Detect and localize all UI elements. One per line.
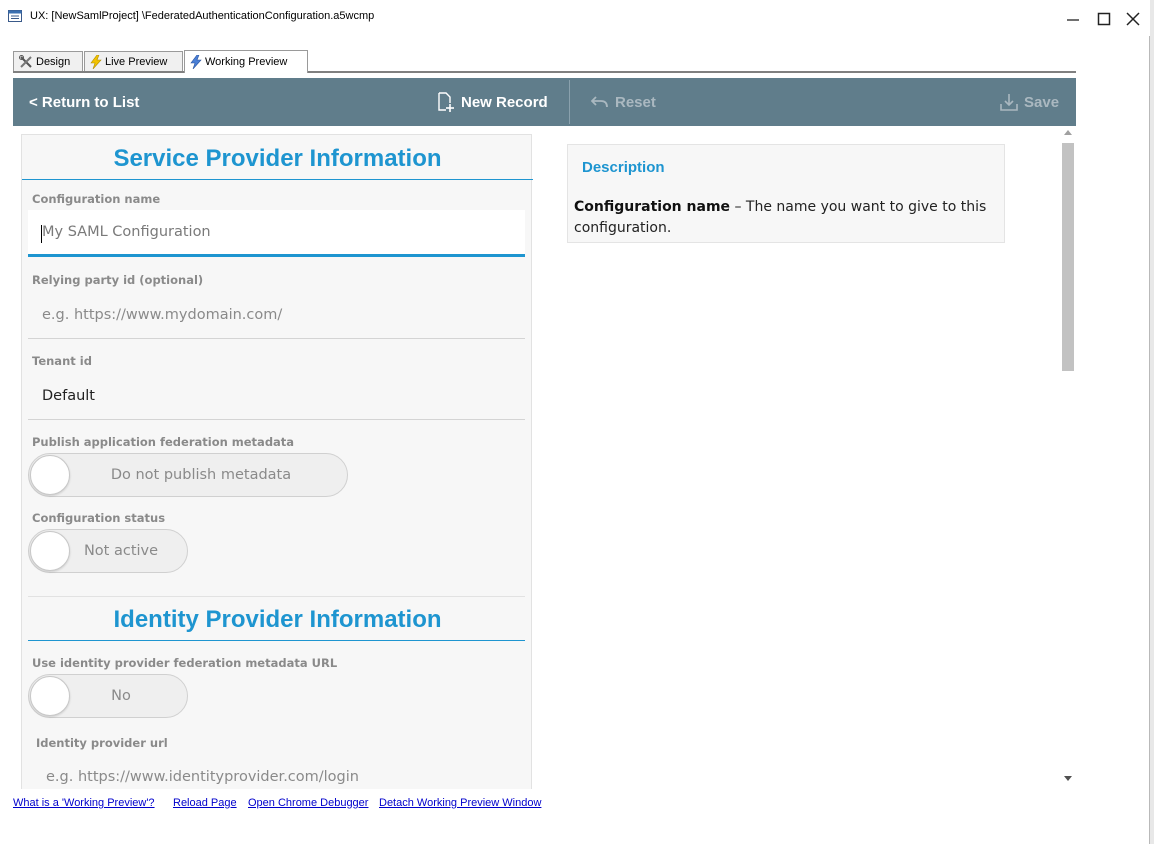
tab-working-preview[interactable]: Working Preview	[184, 50, 308, 73]
section-underline	[22, 179, 533, 180]
relying-party-field	[28, 292, 525, 339]
save-label: Save	[1024, 93, 1060, 111]
open-chrome-debugger-link[interactable]: Open Chrome Debugger	[248, 797, 368, 809]
description-panel: Description Configuration name – The nam…	[567, 144, 1005, 243]
maximize-icon[interactable]	[1093, 8, 1115, 30]
description-term: Configuration name	[574, 199, 731, 215]
reset-button[interactable]: Reset	[591, 78, 656, 126]
scroll-up-arrow-icon[interactable]	[1064, 130, 1072, 135]
download-icon	[1000, 94, 1018, 111]
tab-live-preview-label: Live Preview	[105, 56, 168, 68]
window-app-icon	[8, 10, 22, 22]
idp-url-label: Identity provider url	[36, 736, 168, 750]
new-record-label: New Record	[461, 93, 548, 111]
scroll-thumb[interactable]	[1062, 143, 1074, 371]
lightning-icon	[190, 55, 202, 69]
tab-design[interactable]: Design	[13, 51, 83, 72]
toggle-knob	[30, 676, 70, 716]
toggle-knob	[30, 455, 70, 495]
section-underline	[28, 640, 525, 641]
return-to-list-button[interactable]: < Return to List	[29, 78, 139, 126]
vertical-scrollbar[interactable]	[1060, 126, 1076, 789]
description-body: Configuration name – The name you want t…	[574, 197, 994, 239]
use-metadata-url-state: No	[111, 688, 131, 704]
window-edge	[1150, 0, 1154, 844]
config-status-toggle[interactable]: Not active	[28, 529, 188, 573]
tab-working-preview-label: Working Preview	[205, 56, 288, 68]
publish-metadata-state: Do not publish metadata	[110, 467, 292, 483]
undo-icon	[591, 96, 608, 108]
new-document-icon	[438, 92, 454, 112]
tenant-id-label: Tenant id	[32, 354, 92, 368]
relying-party-input[interactable]	[28, 292, 525, 338]
tab-live-preview[interactable]: Live Preview	[84, 51, 183, 72]
save-button[interactable]: Save	[1000, 78, 1059, 126]
preview-tabs: Design Live Preview Working Preview	[13, 50, 1076, 73]
record-toolbar: < Return to List New Record Reset Save	[13, 78, 1076, 126]
preview-area: < Return to List New Record Reset Save S…	[13, 78, 1076, 789]
config-name-label: Configuration name	[32, 192, 161, 206]
config-status-label: Configuration status	[32, 511, 166, 525]
minimize-icon[interactable]	[1062, 8, 1084, 30]
return-to-list-label: < Return to List	[29, 93, 140, 111]
config-status-state: Not active	[83, 543, 159, 559]
record-content: Service Provider Information Configurati…	[13, 126, 1076, 789]
section-divider	[28, 596, 525, 597]
publish-metadata-label: Publish application federation metadata	[32, 435, 295, 449]
service-provider-heading: Service Provider Information	[113, 145, 442, 172]
tenant-id-input[interactable]	[28, 373, 525, 419]
reload-page-link[interactable]: Reload Page	[173, 797, 237, 809]
what-is-working-preview-link[interactable]: What is a 'Working Preview'?	[13, 797, 155, 809]
tabs-baseline	[13, 71, 1076, 73]
description-title: Description	[582, 159, 665, 176]
title-bar: UX: [NewSamlProject] \FederatedAuthentic…	[0, 0, 1150, 36]
config-name-input[interactable]	[28, 210, 525, 254]
use-metadata-url-label: Use identity provider federation metadat…	[32, 656, 338, 670]
scroll-down-arrow-icon[interactable]	[1064, 776, 1072, 781]
idp-url-field	[32, 754, 525, 789]
tenant-id-field	[28, 373, 525, 420]
detach-preview-window-link[interactable]: Detach Working Preview Window	[379, 797, 541, 809]
use-metadata-url-toggle[interactable]: No	[28, 674, 188, 718]
text-caret	[41, 225, 42, 243]
new-record-button[interactable]: New Record	[437, 78, 548, 126]
tab-design-label: Design	[36, 56, 71, 68]
lightning-icon	[90, 55, 102, 69]
app-window: UX: [NewSamlProject] \FederatedAuthentic…	[0, 0, 1150, 844]
close-icon[interactable]	[1122, 8, 1144, 30]
window-title: UX: [NewSamlProject] \FederatedAuthentic…	[30, 10, 375, 22]
tools-icon	[19, 55, 32, 68]
toolbar-separator	[569, 80, 570, 124]
idp-url-input[interactable]	[32, 754, 525, 789]
config-name-field	[28, 210, 525, 257]
toggle-knob	[30, 531, 70, 571]
publish-metadata-toggle[interactable]: Do not publish metadata	[28, 453, 348, 497]
relying-party-label: Relying party id (optional)	[32, 273, 204, 287]
identity-provider-heading: Identity Provider Information	[113, 606, 442, 633]
reset-label: Reset	[615, 93, 656, 111]
form-panel: Service Provider Information Configurati…	[21, 134, 533, 789]
